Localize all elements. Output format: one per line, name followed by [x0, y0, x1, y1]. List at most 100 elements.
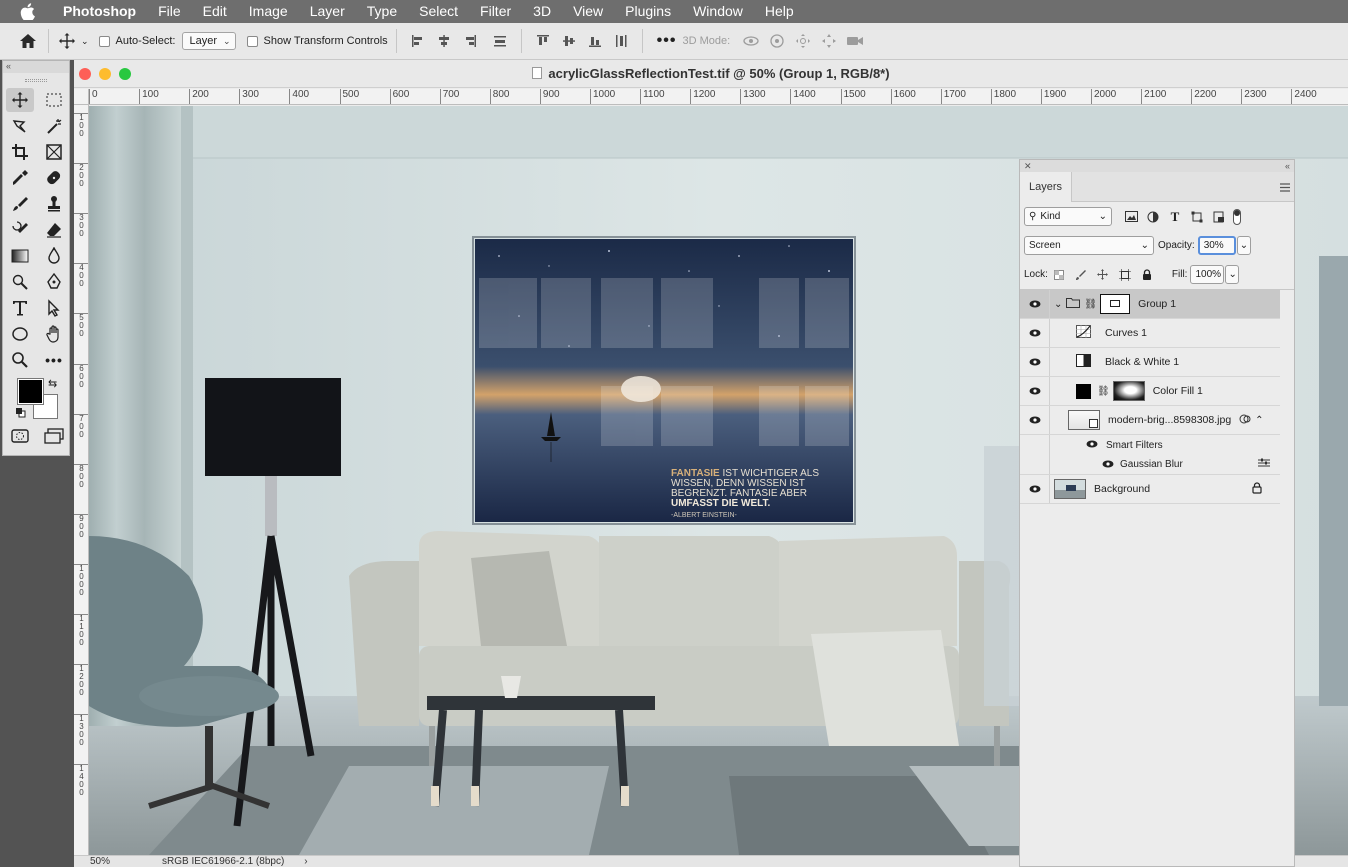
layer-mask-thumbnail[interactable] — [1100, 294, 1131, 314]
crop-tool-icon[interactable] — [3, 139, 37, 165]
quick-mask-icon[interactable] — [3, 423, 37, 449]
layer-row-curves-1[interactable]: Curves 1 — [1020, 319, 1280, 348]
lock-pixels-icon[interactable] — [1070, 269, 1092, 280]
stamp-tool-icon[interactable] — [37, 191, 71, 217]
filter-shape-icon[interactable] — [1186, 211, 1208, 223]
transform-controls-checkbox[interactable] — [246, 35, 258, 47]
layer-row-smart-filters[interactable]: Smart Filters — [1020, 435, 1280, 455]
background-thumbnail[interactable] — [1054, 479, 1086, 499]
gradient-tool-icon[interactable] — [3, 243, 37, 269]
layer-row-gaussian-blur[interactable]: Gaussian Blur — [1020, 455, 1280, 475]
foreground-color-swatch[interactable] — [17, 378, 44, 405]
menu-file[interactable]: File — [147, 0, 192, 23]
menu-plugins[interactable]: Plugins — [614, 0, 682, 23]
ruler-origin[interactable] — [74, 89, 89, 105]
close-panel-icon[interactable]: ✕ — [1024, 161, 1032, 172]
hand-tool-icon[interactable] — [37, 321, 71, 347]
vertical-ruler[interactable]: 1 0 02 0 03 0 04 0 05 0 06 0 07 0 08 0 0… — [74, 105, 89, 855]
filter-kind-dropdown[interactable]: ⚲ Kind ⌄ — [1024, 207, 1112, 226]
ellipse-tool-icon[interactable] — [3, 321, 37, 347]
layer-name[interactable]: Smart Filters — [1106, 440, 1163, 451]
distribute-horizontal-icon[interactable] — [610, 30, 632, 52]
3d-roll-icon[interactable] — [766, 30, 788, 52]
tab-layers[interactable]: Layers — [1020, 171, 1073, 202]
align-bottom-icon[interactable] — [584, 30, 606, 52]
horizontal-ruler[interactable]: 0 100 200 300 400 500 600 700 800 900 1000 1100 1200… — [89, 89, 1348, 105]
fill-input[interactable]: 100% — [1190, 265, 1225, 284]
zoom-level[interactable]: 50% — [90, 856, 150, 867]
lock-transparency-icon[interactable] — [1048, 269, 1070, 280]
opacity-slider-toggle[interactable]: ⌄ — [1236, 236, 1251, 255]
zoom-tool-icon[interactable] — [3, 347, 37, 373]
3d-pan-icon[interactable] — [792, 30, 814, 52]
menu-3d[interactable]: 3D — [522, 0, 562, 23]
lock-icon[interactable] — [1252, 481, 1262, 497]
layer-row-color-fill-1[interactable]: ⛓ Color Fill 1 — [1020, 377, 1280, 406]
blend-mode-dropdown[interactable]: Screen ⌄ — [1024, 236, 1154, 255]
chevron-down-icon[interactable]: ⌄ — [81, 36, 89, 47]
path-selection-tool-icon[interactable] — [37, 295, 71, 321]
menu-view[interactable]: View — [562, 0, 614, 23]
lock-all-icon[interactable] — [1136, 268, 1158, 281]
menu-type[interactable]: Type — [356, 0, 408, 23]
zoom-window-button[interactable] — [119, 68, 131, 80]
layer-name[interactable]: Gaussian Blur — [1120, 459, 1183, 470]
filter-type-icon[interactable]: T — [1164, 209, 1186, 225]
apple-icon[interactable] — [18, 3, 36, 21]
menu-window[interactable]: Window — [682, 0, 754, 23]
distribute-icon[interactable] — [489, 30, 511, 52]
healing-brush-tool-icon[interactable] — [37, 165, 71, 191]
more-options-icon[interactable]: ••• — [657, 32, 677, 50]
layer-name[interactable]: Black & White 1 — [1105, 356, 1179, 368]
opacity-input[interactable]: 30% — [1197, 236, 1236, 255]
lasso-tool-icon[interactable] — [3, 113, 37, 139]
menu-layer[interactable]: Layer — [299, 0, 356, 23]
visibility-eye-icon[interactable] — [1020, 348, 1050, 376]
layer-name[interactable]: Background — [1094, 483, 1150, 495]
align-middle-v-icon[interactable] — [558, 30, 580, 52]
visibility-eye-icon[interactable] — [1020, 319, 1050, 347]
home-icon[interactable] — [16, 29, 40, 53]
move-tool-icon[interactable] — [6, 88, 34, 112]
lock-position-icon[interactable] — [1092, 269, 1114, 280]
blur-tool-icon[interactable] — [37, 243, 71, 269]
menu-select[interactable]: Select — [408, 0, 469, 23]
filter-smart-object-icon[interactable] — [1208, 211, 1230, 223]
eraser-tool-icon[interactable] — [37, 217, 71, 243]
eyedropper-tool-icon[interactable] — [3, 165, 37, 191]
smart-filter-badge-icon[interactable] — [1239, 413, 1251, 428]
layer-name[interactable]: Group 1 — [1138, 298, 1176, 310]
align-top-icon[interactable] — [532, 30, 554, 52]
3d-slide-icon[interactable] — [818, 30, 840, 52]
layer-name[interactable]: Curves 1 — [1105, 327, 1147, 339]
filter-pixel-icon[interactable] — [1120, 211, 1142, 222]
visibility-eye-icon[interactable] — [1020, 377, 1050, 405]
layer-name[interactable]: modern-brig...8598308.jpg — [1108, 414, 1231, 426]
align-right-icon[interactable] — [459, 30, 481, 52]
type-tool-icon[interactable] — [3, 295, 37, 321]
visibility-eye-icon[interactable] — [1102, 459, 1114, 471]
menu-image[interactable]: Image — [238, 0, 299, 23]
more-tools-icon[interactable]: ••• — [37, 347, 71, 373]
frame-tool-icon[interactable] — [37, 139, 71, 165]
visibility-eye-icon[interactable] — [1086, 439, 1098, 451]
auto-select-dropdown[interactable]: Layer ⌄ — [182, 32, 236, 50]
collapse-panel-icon[interactable]: « — [1285, 161, 1290, 171]
filter-adjustment-icon[interactable] — [1142, 211, 1164, 223]
menu-app-name[interactable]: Photoshop — [52, 0, 147, 23]
status-chevron-icon[interactable]: › — [304, 856, 307, 867]
chevron-up-icon[interactable]: ⌃ — [1255, 415, 1263, 426]
tools-collapse-icon[interactable]: « — [3, 61, 69, 73]
visibility-eye-icon[interactable] — [1020, 290, 1050, 318]
layer-row-black-white-1[interactable]: Black & White 1 — [1020, 348, 1280, 377]
pen-tool-icon[interactable] — [37, 269, 71, 295]
layer-row-group-1[interactable]: ⌄ ⛓ Group 1 — [1020, 290, 1280, 319]
menu-filter[interactable]: Filter — [469, 0, 522, 23]
brush-tool-icon[interactable] — [3, 191, 37, 217]
close-window-button[interactable] — [79, 68, 91, 80]
minimize-window-button[interactable] — [99, 68, 111, 80]
screen-mode-icon[interactable] — [37, 423, 71, 449]
panel-menu-icon[interactable] — [1280, 181, 1290, 195]
3d-camera-icon[interactable] — [844, 30, 866, 52]
layer-row-smart-object[interactable]: modern-brig...8598308.jpg ⌃ — [1020, 406, 1280, 435]
